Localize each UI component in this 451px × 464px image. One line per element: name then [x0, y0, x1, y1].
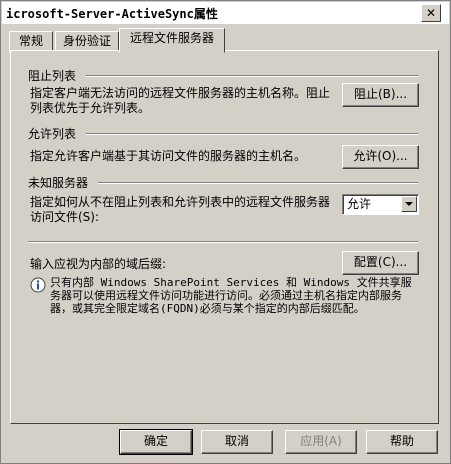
internal-domains-note: 只有内部 Windows SharePoint Services 和 Windo… — [50, 276, 412, 315]
ok-button[interactable]: 确定 — [119, 429, 193, 455]
close-button[interactable]: ✕ — [421, 4, 441, 22]
window-title: icrosoft-Server-ActiveSync属性 — [6, 7, 218, 21]
info-icon — [30, 277, 46, 293]
block-list-header: 阻止列表 — [28, 69, 77, 83]
block-button[interactable]: 阻止(B)... — [342, 83, 419, 107]
chevron-down-icon[interactable] — [401, 196, 417, 212]
tab-remote-file-servers[interactable]: 远程文件服务器 — [119, 28, 225, 53]
block-list-description: 指定客户端无法访问的远程文件服务器的主机名称。阻止列表优先于允许列表。 — [30, 86, 331, 115]
apply-button[interactable]: 应用(A) — [285, 430, 357, 454]
title-bar[interactable]: icrosoft-Server-ActiveSync属性 ✕ — [2, 2, 449, 24]
configure-button[interactable]: 配置(C)... — [342, 251, 419, 275]
unknown-servers-description: 指定如何从不在阻止列表和允许列表中的远程文件服务器访问文件(S): — [30, 195, 331, 224]
properties-dialog: icrosoft-Server-ActiveSync属性 ✕ 常规 身份验证 远… — [0, 0, 451, 464]
unknown-servers-select[interactable]: 允许 — [342, 194, 419, 215]
unknown-servers-header: 未知服务器 — [28, 176, 89, 190]
internal-section-divider — [28, 241, 418, 243]
unknown-servers-divider — [98, 182, 418, 184]
cancel-button[interactable]: 取消 — [201, 430, 273, 454]
allow-list-divider — [86, 133, 418, 135]
internal-domains-label: 输入应视为内部的域后缀: — [30, 257, 167, 271]
allow-button[interactable]: 允许(O)... — [342, 145, 419, 169]
help-button[interactable]: 帮助 — [366, 430, 438, 454]
unknown-servers-value: 允许 — [347, 197, 372, 211]
close-icon: ✕ — [425, 6, 437, 20]
block-list-divider — [86, 75, 418, 77]
allow-list-header: 允许列表 — [28, 127, 77, 141]
allow-list-description: 指定允许客户端基于其访问文件的服务器的主机名。 — [30, 149, 307, 163]
